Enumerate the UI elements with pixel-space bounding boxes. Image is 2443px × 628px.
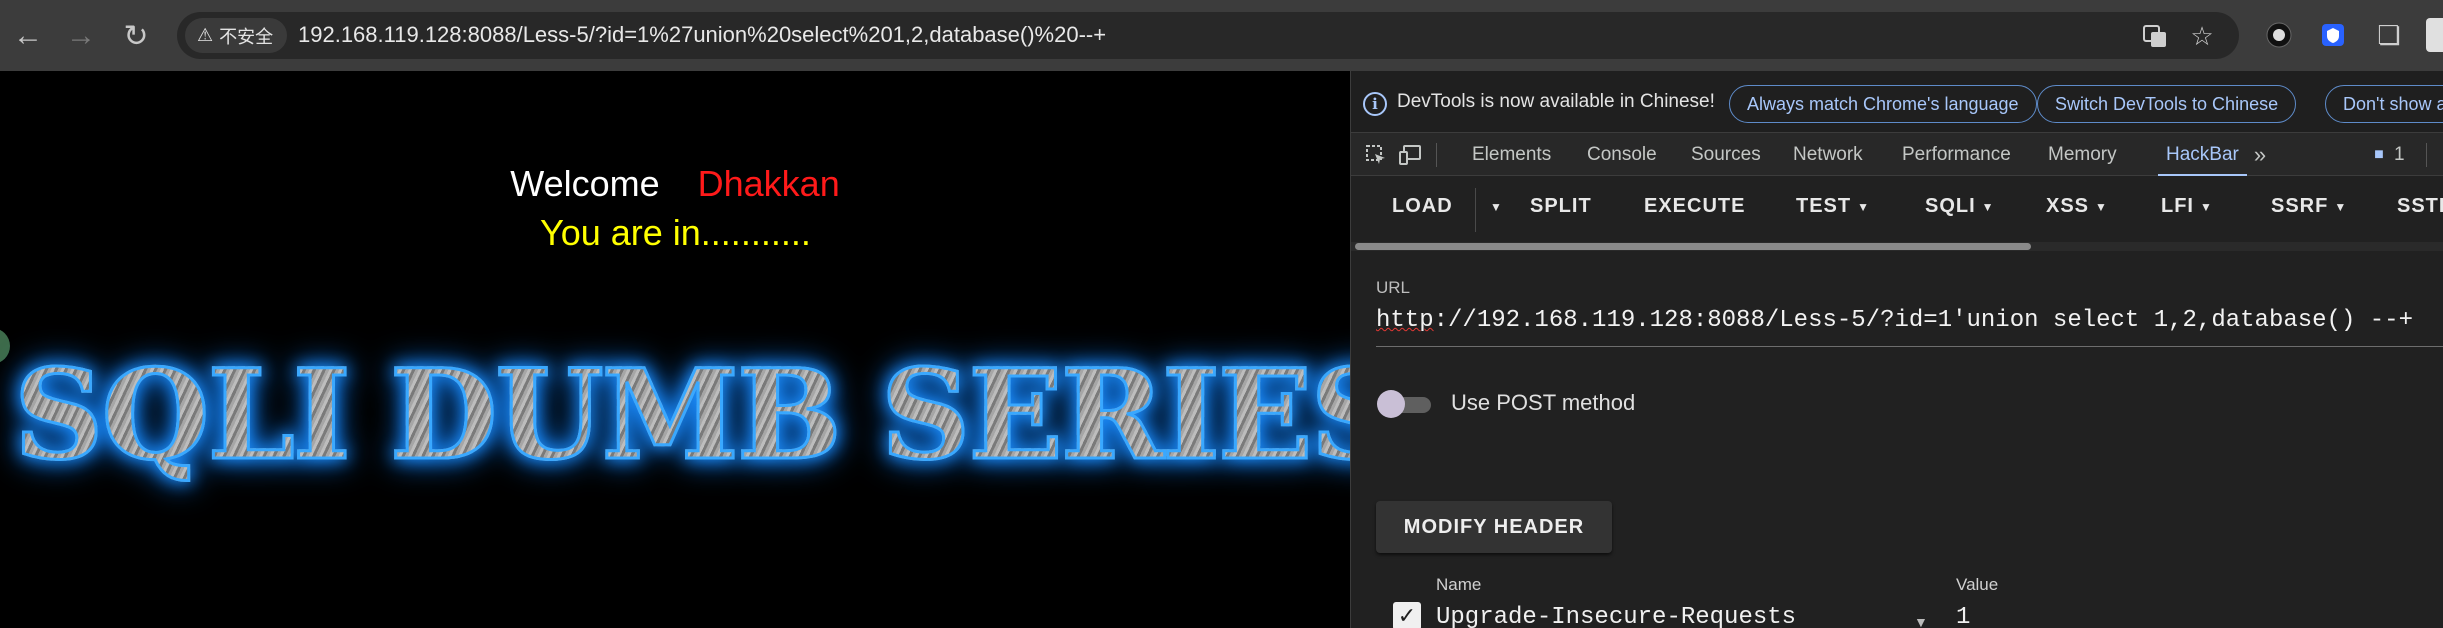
header-value-column: Value — [1956, 575, 1999, 594]
welcome-text: Welcome — [510, 163, 660, 204]
browser-toolbar: ← → ↻ ⚠ 不安全 192.168.119.128:8088/Less-5/… — [0, 0, 2443, 71]
tab-hackbar[interactable]: HackBar — [2158, 133, 2247, 176]
hackbar-body: URL http://192.168.119.128:8088/Less-5/?… — [1351, 251, 2443, 628]
header-name-input[interactable]: Upgrade-Insecure-Requests — [1436, 604, 1796, 628]
address-url[interactable]: 192.168.119.128:8088/Less-5/?id=1%27unio… — [298, 22, 1106, 48]
caret-down-icon: ▼ — [1981, 199, 1995, 214]
devtools-tab-bar: Elements Console Sources Network Perform… — [1351, 133, 2443, 176]
tab-performance[interactable]: Performance — [1902, 133, 2011, 176]
devtools-panel: i DevTools is now available in Chinese! … — [1350, 71, 2443, 628]
load-menu-caret[interactable]: ▼ — [1484, 195, 1503, 218]
load-button[interactable]: LOAD — [1392, 195, 1453, 218]
xss-menu[interactable]: XSS ▼ — [2046, 195, 2108, 218]
welcome-name: Dhakkan — [697, 163, 840, 204]
issues-count[interactable]: 1 — [2394, 133, 2405, 176]
security-label: 不安全 — [219, 26, 274, 47]
tab-network[interactable]: Network — [1793, 133, 1863, 176]
tab-elements[interactable]: Elements — [1472, 133, 1551, 176]
forward-arrow-icon[interactable]: → — [59, 14, 103, 58]
sqli-menu[interactable]: SQLI ▼ — [1925, 195, 1995, 218]
caret-down-icon: ▼ — [2334, 199, 2348, 214]
modify-header-button[interactable]: MODIFY HEADER — [1376, 501, 1612, 553]
header-value-input[interactable]: 1 — [1956, 604, 1970, 628]
tab-memory[interactable]: Memory — [2048, 133, 2117, 176]
url-label: URL — [1376, 278, 1411, 297]
more-tabs-icon[interactable]: » — [2247, 142, 2273, 168]
url-rest: ://192.168.119.128:8088/Less-5/?id=1'uni… — [1433, 307, 2413, 334]
toggle-knob — [1377, 390, 1405, 418]
header-name-column: Name — [1436, 575, 1482, 594]
address-bar[interactable]: ⚠ 不安全 192.168.119.128:8088/Less-5/?id=1%… — [177, 12, 2239, 59]
sqli-banner-image: SQLI DUMB SERIES — [12, 342, 1350, 490]
header-dropdown-caret-icon[interactable]: ▼ — [1914, 614, 1928, 628]
caret-down-icon: ▼ — [1490, 199, 1503, 214]
info-icon: i — [1363, 92, 1387, 116]
caret-down-icon: ▼ — [1857, 199, 1871, 214]
ssti-menu[interactable]: SSTI — [2397, 195, 2443, 218]
security-indicator[interactable]: ⚠ 不安全 — [185, 18, 288, 53]
post-method-label: Use POST method — [1451, 390, 1636, 415]
profile-edge-icon[interactable] — [2426, 18, 2443, 52]
split-button[interactable]: SPLIT — [1530, 195, 1592, 218]
lfi-menu[interactable]: LFI ▼ — [2161, 195, 2213, 218]
switch-to-chinese-button[interactable]: Switch DevTools to Chinese — [2037, 85, 2297, 123]
warning-icon: ⚠ — [197, 25, 214, 45]
ssrf-menu[interactable]: SSRF ▼ — [2271, 195, 2347, 218]
tab-separator — [2426, 143, 2427, 167]
scrollbar-thumb[interactable] — [1355, 243, 2031, 250]
floating-widget[interactable] — [0, 328, 10, 364]
puzzle-extensions-icon[interactable]: ❏ — [2372, 18, 2406, 52]
inspect-element-icon[interactable] — [1363, 142, 1389, 168]
header-enabled-checkbox[interactable]: ✓ — [1393, 602, 1421, 628]
web-page: Welcome Dhakkan You are in........... SQL… — [0, 71, 1350, 628]
tab-console[interactable]: Console — [1587, 133, 1657, 176]
language-infobar: i DevTools is now available in Chinese! … — [1351, 71, 2443, 133]
toolbar-scrollbar[interactable] — [1351, 242, 2443, 251]
tab-separator — [1436, 143, 1437, 167]
infobar-message: DevTools is now available in Chinese! — [1397, 91, 1715, 112]
url-scheme: http — [1376, 307, 1434, 334]
welcome-line: Welcome Dhakkan — [0, 163, 1350, 205]
dont-show-again-button[interactable]: Don't show a — [2325, 85, 2443, 123]
translate-icon[interactable] — [2137, 18, 2173, 54]
load-separator — [1475, 188, 1476, 232]
shield-extension-icon[interactable] — [2316, 18, 2350, 52]
hackbar-toolbar: LOAD ▼ SPLIT EXECUTE TEST ▼ SQLI ▼ XSS ▼ LF… — [1351, 176, 2443, 242]
execute-button[interactable]: EXECUTE — [1644, 195, 1745, 218]
caret-down-icon: ▼ — [2200, 199, 2213, 214]
match-language-button[interactable]: Always match Chrome's language — [1729, 85, 2037, 123]
extension-circle-icon[interactable] — [2262, 18, 2296, 52]
bookmark-star-icon[interactable]: ☆ — [2184, 18, 2220, 54]
post-method-toggle[interactable] — [1377, 390, 1433, 418]
back-arrow-icon[interactable]: ← — [6, 14, 50, 58]
reload-icon[interactable]: ↻ — [114, 14, 158, 58]
caret-down-icon: ▼ — [2095, 199, 2108, 214]
issues-icon[interactable]: ■ — [2366, 142, 2392, 168]
test-menu[interactable]: TEST ▼ — [1796, 195, 1870, 218]
login-status-text: You are in........... — [540, 212, 811, 253]
device-toolbar-icon[interactable] — [1397, 142, 1423, 168]
hackbar-url-input[interactable]: http://192.168.119.128:8088/Less-5/?id=1… — [1376, 307, 2443, 347]
tab-sources[interactable]: Sources — [1691, 133, 1761, 176]
